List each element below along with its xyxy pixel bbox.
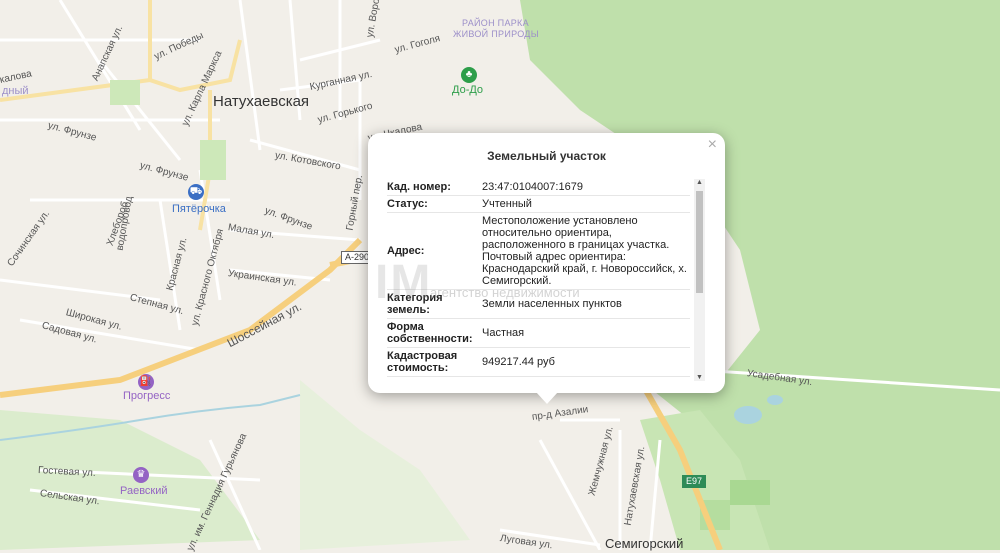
watermark-logo: IM xyxy=(375,256,433,309)
row-value: 23:47:0104007:1679 xyxy=(482,179,690,196)
row-value: Учтенный xyxy=(482,195,690,213)
progress-label[interactable]: Прогресс xyxy=(123,390,170,402)
park-label-2: ЖИВОЙ ПРИРОДЫ xyxy=(453,29,539,39)
trophy-icon[interactable]: ♛ xyxy=(133,467,149,483)
address-line: Краснодарский край, г. Новороссийск, х. xyxy=(482,263,687,275)
scrollbar-thumb[interactable] xyxy=(696,191,703,293)
fuel-icon[interactable]: ⛽ xyxy=(138,374,154,390)
row-key-line: стоимость: xyxy=(387,362,449,374)
row-value: 949217.44 руб xyxy=(482,347,690,377)
table-row: Кад. номер: 23:47:0104007:1679 xyxy=(387,179,690,196)
table-row: Адрес: Местоположение установлено относи… xyxy=(387,212,690,290)
table-row: Кадастровая стоимость: 949217.44 руб xyxy=(387,347,690,377)
pyaterochka-label[interactable]: Пятёрочка xyxy=(172,203,226,215)
village-label: Семигорский xyxy=(605,536,684,551)
row-key-line: собственности: xyxy=(387,333,473,345)
table-row: Форма собственности: Частная xyxy=(387,318,690,348)
popup-scroll-area[interactable]: Кад. номер: 23:47:0104007:1679 Статус: У… xyxy=(387,179,694,381)
popup-scrollbar[interactable]: ▲ ▼ xyxy=(694,179,705,381)
row-key-line: Кадастровая xyxy=(387,350,458,362)
row-key: Форма собственности: xyxy=(387,318,482,348)
address-line: расположенного в границах участка. xyxy=(482,239,670,251)
scroll-down-icon[interactable]: ▼ xyxy=(696,374,703,381)
dodo-label[interactable]: До-До xyxy=(452,84,483,96)
partial-label: дный xyxy=(2,85,29,97)
watermark-text: агентство недвижимости xyxy=(430,285,580,300)
e97-shield: E97 xyxy=(682,475,707,488)
address-line: Местоположение установлено xyxy=(482,215,638,227)
popup-title: Земельный участок xyxy=(487,149,606,163)
row-key: Кад. номер: xyxy=(387,179,482,196)
popup-pointer xyxy=(536,392,558,404)
address-line: Почтовый адрес ориентира: xyxy=(482,251,626,263)
row-key: Статус: xyxy=(387,195,482,213)
row-value: Местоположение установлено относительно … xyxy=(482,212,690,290)
info-table: Кад. номер: 23:47:0104007:1679 Статус: У… xyxy=(387,179,690,377)
park-icon[interactable]: ♣ xyxy=(461,67,477,83)
scroll-up-icon[interactable]: ▲ xyxy=(696,179,703,186)
address-line: относительно ориентира, xyxy=(482,227,612,239)
row-key-line: Форма xyxy=(387,321,424,333)
row-key: Кадастровая стоимость: xyxy=(387,347,482,377)
row-value: Частная xyxy=(482,318,690,348)
park-label-1: РАЙОН ПАРКА xyxy=(462,18,529,28)
table-row: Статус: Учтенный xyxy=(387,195,690,213)
raevsky-label[interactable]: Раевский xyxy=(120,485,168,497)
lake xyxy=(734,406,762,424)
town-label: Натухаевская xyxy=(213,93,310,110)
shop-icon[interactable]: ⛟ xyxy=(188,184,204,200)
